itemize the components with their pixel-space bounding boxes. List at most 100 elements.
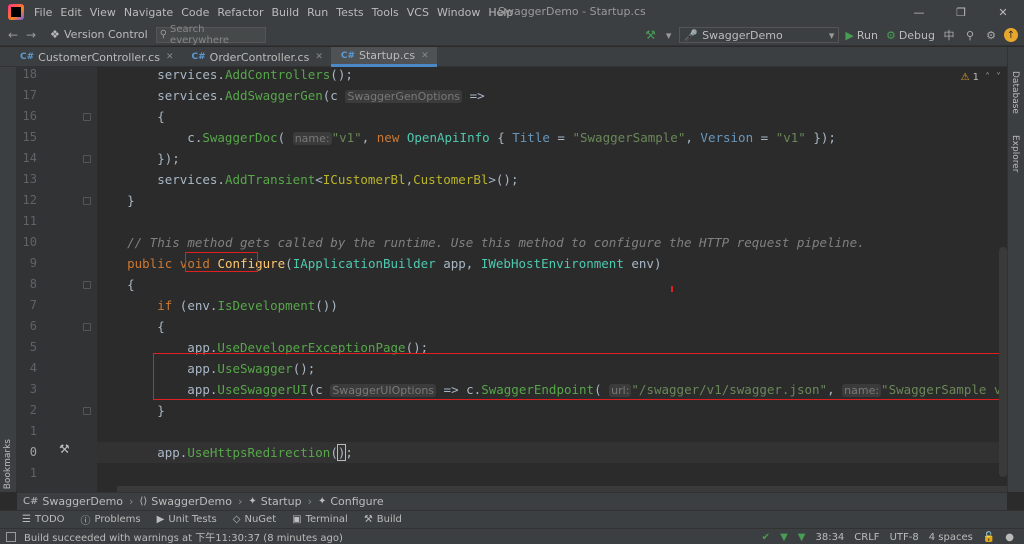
- param-hint: SwaggerGenOptions: [345, 90, 463, 103]
- notifications-icon[interactable]: ●: [1005, 532, 1014, 543]
- code-line-current: app.UseHttpsRedirection();: [97, 442, 1007, 463]
- restore-icon[interactable]: ❐: [940, 0, 982, 24]
- vue-icon[interactable]: ▼: [798, 532, 806, 543]
- fold-marker-icon[interactable]: [83, 281, 91, 289]
- search-placeholder: Search everywhere: [170, 23, 230, 46]
- todo-button[interactable]: ☰ TODO: [22, 514, 65, 525]
- code-line: {: [97, 277, 135, 292]
- class-icon: ✦: [248, 496, 257, 507]
- check-circle-icon[interactable]: ✔: [762, 532, 770, 543]
- fold-marker-icon[interactable]: [83, 407, 91, 415]
- csharp-file-icon: C#: [340, 50, 356, 61]
- bookmarks-panel-toggle[interactable]: Bookmarks: [3, 439, 13, 489]
- tab-startup[interactable]: C# Startup.cs ✕: [330, 47, 437, 67]
- search-everywhere-input[interactable]: ⚲ Search everywhere: [155, 23, 266, 46]
- error-marker: [671, 286, 673, 292]
- lock-icon[interactable]: 🔓: [983, 532, 995, 543]
- search-toolbar-icon[interactable]: ⚲: [962, 27, 978, 43]
- indent-setting[interactable]: 4 spaces: [929, 532, 973, 543]
- run-configuration-select[interactable]: 🎤 SwaggerDemo ▾: [679, 27, 840, 43]
- back-arrow-icon[interactable]: ←: [8, 28, 26, 42]
- menu-run[interactable]: Run: [303, 6, 332, 19]
- tool-window-bar: ☰ TODO ⓘ Problems ▶ Unit Tests ◇ NuGet ▣ Term…: [0, 510, 1024, 528]
- highlight-swagger-calls: [153, 353, 1007, 400]
- fold-marker-icon[interactable]: [83, 113, 91, 121]
- explorer-panel-toggle[interactable]: Explorer: [1010, 135, 1020, 172]
- close-tab-icon[interactable]: ✕: [166, 52, 174, 62]
- chevron-up-icon[interactable]: ˄: [985, 72, 990, 83]
- vertical-scrollbar[interactable]: [999, 247, 1007, 477]
- highlight-configure: [185, 252, 258, 272]
- chevron-down-icon: ▾: [828, 28, 835, 42]
- chevron-right-icon: ›: [129, 495, 134, 508]
- panel-toggle-icon[interactable]: [6, 531, 16, 542]
- close-tab-icon[interactable]: ✕: [421, 51, 429, 61]
- close-tab-icon[interactable]: ✕: [315, 52, 323, 62]
- fold-marker-icon[interactable]: [83, 155, 91, 163]
- status-message[interactable]: Build succeeded with warnings at 下午11:30…: [24, 529, 343, 544]
- minimize-icon[interactable]: —: [898, 0, 940, 24]
- database-panel-toggle[interactable]: Database: [1010, 71, 1020, 114]
- menu-tools[interactable]: Tools: [368, 6, 403, 19]
- toolbar-right: ⚒ ▾ 🎤 SwaggerDemo ▾ ▶ Run ⚙ Debug 中 ⚲ ⚙ …: [645, 24, 1024, 46]
- fold-marker-icon[interactable]: [83, 197, 91, 205]
- main-menu: File Edit View Navigate Code Refactor Bu…: [30, 6, 517, 19]
- status-bar: Build succeeded with warnings at 下午11:30…: [0, 528, 1024, 544]
- breadcrumb-method[interactable]: ✦ Configure: [318, 495, 384, 508]
- menu-code[interactable]: Code: [177, 6, 213, 19]
- build-button[interactable]: ⚒ Build: [364, 514, 402, 525]
- inspection-widget[interactable]: ⚠ 1 ˄ ˅: [961, 72, 1001, 83]
- status-left: Build succeeded with warnings at 下午11:30…: [0, 529, 343, 544]
- window-title: SwaggerDemo - Startup.cs: [498, 5, 646, 18]
- run-label: Run: [856, 28, 878, 42]
- line-number: 15: [22, 130, 37, 144]
- menu-view[interactable]: View: [86, 6, 120, 19]
- menu-edit[interactable]: Edit: [56, 6, 85, 19]
- search-icon: ⚲: [159, 29, 168, 40]
- breadcrumb-solution[interactable]: C# SwaggerDemo ›: [23, 495, 133, 508]
- menu-tests[interactable]: Tests: [332, 6, 367, 19]
- status-right: ✔ ▼ ▼ 38:34 CRLF UTF-8 4 spaces 🔓 ●: [762, 529, 1024, 544]
- breadcrumb-label: SwaggerDemo: [151, 495, 232, 508]
- settings-gear-icon[interactable]: ⚙: [983, 27, 999, 43]
- version-control-button[interactable]: ❖ Version Control: [50, 28, 148, 41]
- breadcrumb-label: Startup: [260, 495, 302, 508]
- unit-tests-button[interactable]: ▶ Unit Tests: [157, 514, 217, 525]
- csharp-file-icon: C#: [191, 52, 206, 62]
- tab-order-controller[interactable]: C# OrderController.cs ✕: [182, 47, 331, 67]
- menu-refactor[interactable]: Refactor: [213, 6, 267, 19]
- line-number: 4: [29, 361, 37, 375]
- close-icon[interactable]: ✕: [982, 0, 1024, 24]
- debug-button[interactable]: ⚙ Debug: [886, 29, 935, 42]
- code-editor[interactable]: services.AddControllers(); services.AddS…: [97, 67, 1007, 492]
- nuget-button[interactable]: ◇ NuGet: [233, 514, 276, 525]
- hammer-icon[interactable]: ⚒: [59, 439, 70, 460]
- tab-label: OrderController.cs: [209, 50, 310, 64]
- problems-icon: ⓘ: [80, 516, 91, 527]
- method-icon: ✦: [317, 496, 327, 507]
- csharp-file-icon: C#: [20, 52, 35, 62]
- resharper-icon[interactable]: ▼: [780, 532, 788, 543]
- line-number: 5: [29, 340, 37, 354]
- file-encoding[interactable]: UTF-8: [890, 532, 919, 543]
- fold-marker-icon[interactable]: [83, 323, 91, 331]
- menu-window[interactable]: Window: [433, 6, 484, 19]
- chevron-down-icon[interactable]: ˅: [996, 72, 1001, 83]
- menu-file[interactable]: File: [30, 6, 56, 19]
- menu-navigate[interactable]: Navigate: [120, 6, 177, 19]
- caret-position[interactable]: 38:34: [815, 532, 844, 543]
- menu-vcs[interactable]: VCS: [403, 6, 433, 19]
- problems-button[interactable]: ⓘ Problems: [81, 512, 141, 527]
- forward-arrow-icon[interactable]: →: [26, 28, 44, 42]
- translate-icon[interactable]: 中: [941, 27, 957, 43]
- breadcrumb-namespace[interactable]: ⟨⟩ SwaggerDemo ›: [139, 495, 242, 508]
- run-button[interactable]: ▶ Run: [845, 29, 878, 42]
- build-hammer-icon[interactable]: ⚒: [645, 28, 656, 42]
- update-arrow-icon[interactable]: ↑: [1004, 28, 1018, 42]
- terminal-button[interactable]: ▣ Terminal: [292, 514, 348, 525]
- breadcrumb-class[interactable]: ✦ Startup ›: [248, 495, 312, 508]
- play-icon: ▶: [845, 28, 854, 42]
- line-ending[interactable]: CRLF: [854, 532, 879, 543]
- build-dropdown-icon[interactable]: ▾: [666, 29, 672, 42]
- menu-build[interactable]: Build: [268, 6, 304, 19]
